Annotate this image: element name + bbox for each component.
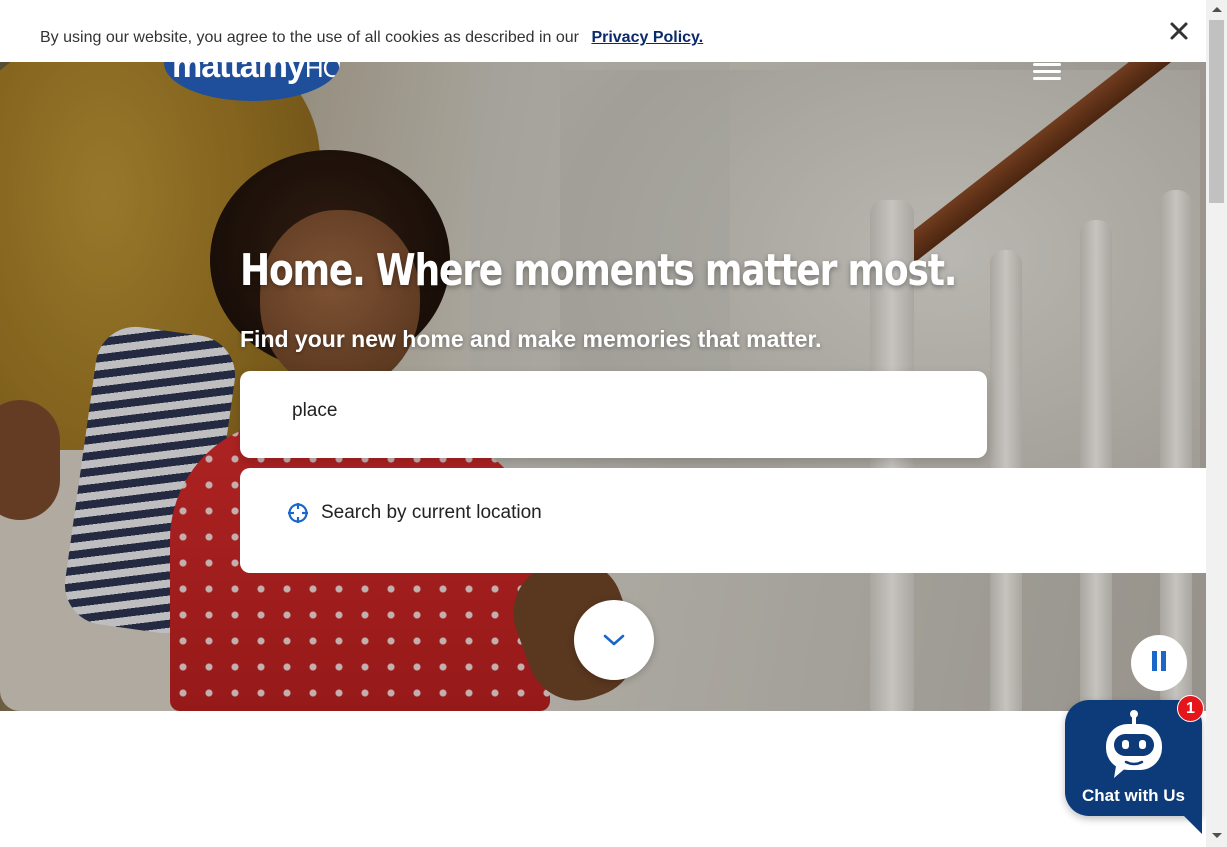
- close-icon[interactable]: [1166, 18, 1192, 44]
- pause-video-button[interactable]: [1131, 635, 1187, 691]
- scrollbar-thumb[interactable]: [1209, 20, 1224, 203]
- hero-subheadline: Find your new home and make memories tha…: [240, 326, 822, 352]
- hero-headline: Home. Where moments matter most.: [240, 245, 957, 296]
- cookie-banner: By using our website, you agree to the u…: [0, 0, 1206, 62]
- page-scrollbar[interactable]: [1206, 0, 1227, 847]
- hamburger-menu-icon[interactable]: [1030, 60, 1066, 84]
- cookie-message: By using our website, you agree to the u…: [40, 29, 579, 46]
- chatbot-icon: [1106, 710, 1162, 778]
- cookie-banner-text: By using our website, you agree to the u…: [40, 29, 703, 47]
- chevron-down-icon: [603, 634, 625, 646]
- current-location-label: Search by current location: [321, 502, 542, 523]
- crosshair-location-icon: [288, 503, 308, 523]
- scroll-down-arrow-icon[interactable]: [1212, 833, 1222, 838]
- search-suggestions-panel: Search by current location: [240, 468, 1206, 573]
- pause-icon: [1150, 650, 1168, 676]
- chat-notification-badge: 1: [1177, 695, 1204, 722]
- search-current-location-option[interactable]: Search by current location: [287, 502, 542, 524]
- chat-label: Chat with Us: [1082, 786, 1185, 805]
- scroll-down-button[interactable]: [574, 600, 654, 680]
- chat-bubble-tail: [1182, 814, 1202, 834]
- location-search-input[interactable]: [290, 399, 894, 423]
- privacy-policy-link[interactable]: Privacy Policy.: [591, 29, 703, 46]
- scroll-up-arrow-icon[interactable]: [1212, 7, 1222, 12]
- location-search-box: [240, 371, 987, 458]
